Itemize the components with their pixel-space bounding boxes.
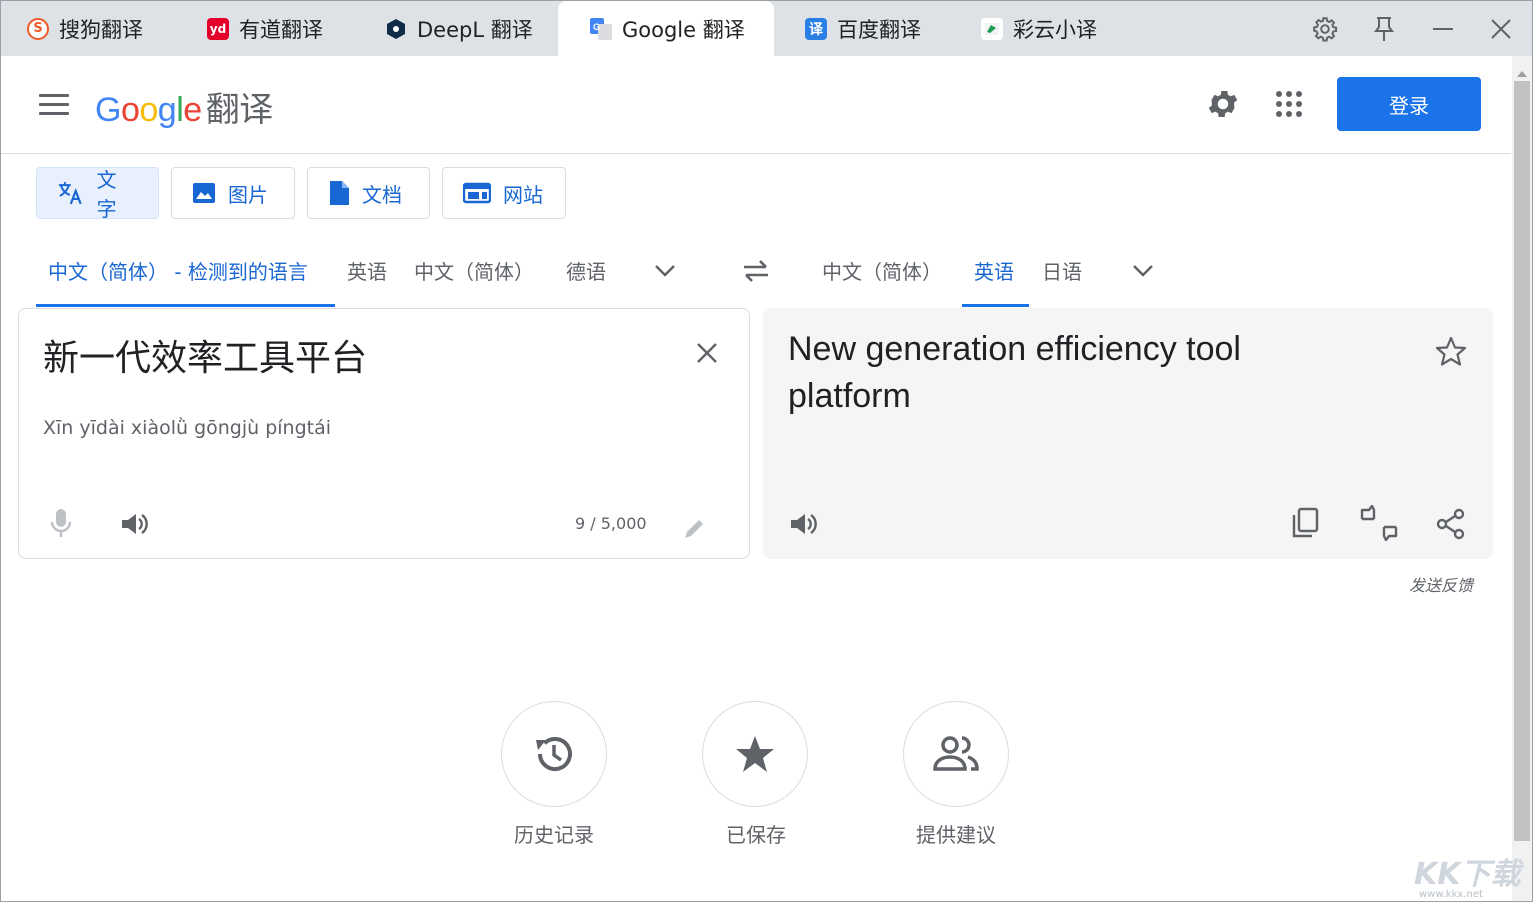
document-icon bbox=[330, 181, 349, 205]
logo-letter: o bbox=[120, 91, 140, 129]
source-lang-german[interactable]: 德语 bbox=[566, 257, 606, 287]
saved-label: 已保存 bbox=[726, 823, 786, 847]
sogou-icon: S bbox=[27, 17, 49, 40]
clear-source-icon[interactable] bbox=[696, 342, 718, 368]
tab-google[interactable]: G Google 翻译 bbox=[558, 1, 774, 56]
logo-letter: G bbox=[95, 91, 121, 129]
tab-baidu[interactable]: 译 百度翻译 bbox=[805, 1, 921, 56]
tab-deepl[interactable]: DeepL 翻译 bbox=[385, 1, 533, 56]
youdao-icon: yd bbox=[207, 17, 229, 40]
tab-label: 百度翻译 bbox=[837, 17, 921, 42]
source-lang-more-chevron-icon[interactable] bbox=[653, 263, 677, 283]
minimize-icon[interactable] bbox=[1419, 1, 1467, 56]
history-icon bbox=[536, 737, 572, 771]
source-lang-detected[interactable]: 中文（简体） - 检测到的语言 bbox=[48, 257, 308, 287]
share-translation-icon[interactable] bbox=[1436, 508, 1466, 544]
translated-text: New generation efficiency tool platform bbox=[788, 330, 1241, 415]
target-lang-underline bbox=[962, 304, 1029, 307]
target-lang-more-chevron-icon[interactable] bbox=[1131, 263, 1155, 283]
image-icon bbox=[193, 183, 215, 203]
contribute-label: 提供建议 bbox=[916, 823, 996, 847]
tab-sogou[interactable]: S 搜狗翻译 bbox=[27, 1, 143, 56]
tab-label: Google 翻译 bbox=[622, 17, 745, 42]
app-window: S 搜狗翻译 yd 有道翻译 DeepL 翻译 G Google 翻译 译 百度… bbox=[0, 0, 1533, 902]
source-text-input[interactable]: 新一代效率工具平台 bbox=[43, 329, 367, 381]
source-lang-underline bbox=[36, 304, 335, 307]
rate-translation-icon[interactable] bbox=[1359, 504, 1399, 545]
logo-letter: g bbox=[157, 91, 177, 129]
apps-grid-icon[interactable] bbox=[1271, 86, 1307, 122]
watermark-site: www.kkx.net bbox=[1419, 889, 1483, 900]
website-icon bbox=[463, 182, 491, 204]
watermark-brand: KK下载 bbox=[1414, 857, 1521, 892]
source-lang-chinese[interactable]: 中文（简体） bbox=[414, 257, 534, 287]
logo-letter: e bbox=[183, 91, 202, 129]
tab-caiyun[interactable]: 彩云小译 bbox=[981, 1, 1097, 56]
deepl-icon bbox=[385, 18, 407, 40]
save-translation-star-icon[interactable] bbox=[1435, 336, 1467, 370]
tab-bar: S 搜狗翻译 yd 有道翻译 DeepL 翻译 G Google 翻译 译 百度… bbox=[1, 1, 1532, 56]
tab-label: 彩云小译 bbox=[1013, 17, 1097, 42]
edit-pencil-icon[interactable] bbox=[683, 518, 705, 544]
mode-image-button[interactable]: 图片 bbox=[171, 167, 295, 219]
tab-label: 有道翻译 bbox=[239, 17, 323, 42]
star-icon bbox=[736, 736, 774, 772]
mode-label: 文字 bbox=[96, 168, 117, 221]
source-speaker-icon[interactable] bbox=[119, 509, 149, 543]
baidu-icon: 译 bbox=[805, 17, 827, 40]
target-lang-english[interactable]: 英语 bbox=[974, 257, 1014, 287]
google-translate-logo[interactable]: Google 翻译 bbox=[95, 82, 273, 131]
target-lang-japanese[interactable]: 日语 bbox=[1042, 257, 1082, 287]
pin-icon[interactable] bbox=[1360, 1, 1408, 56]
app-header: Google 翻译 登录 bbox=[1, 56, 1511, 154]
mode-label: 图片 bbox=[228, 182, 268, 207]
swap-languages-icon[interactable] bbox=[740, 259, 772, 287]
source-panel[interactable]: 新一代效率工具平台 Xīn yīdài xiàolǜ gōngjù píngtá… bbox=[18, 308, 750, 559]
mode-website-button[interactable]: 网站 bbox=[442, 167, 566, 219]
mode-document-button[interactable]: 文档 bbox=[307, 167, 430, 219]
history-label: 历史记录 bbox=[514, 823, 594, 847]
mode-label: 文档 bbox=[362, 182, 402, 207]
target-lang-chinese[interactable]: 中文（简体） bbox=[822, 257, 942, 287]
close-window-icon[interactable] bbox=[1477, 1, 1525, 56]
scrollbar-thumb[interactable] bbox=[1514, 81, 1530, 841]
saved-button[interactable] bbox=[702, 701, 808, 807]
logo-letter: o bbox=[139, 91, 158, 129]
settings-icon[interactable] bbox=[1301, 1, 1349, 56]
logo-suffix: 翻译 bbox=[205, 91, 274, 129]
copy-translation-icon[interactable] bbox=[1290, 507, 1320, 543]
target-panel: New generation efficiency tool platform bbox=[763, 308, 1493, 559]
tab-label: DeepL 翻译 bbox=[417, 17, 533, 42]
mode-text-button[interactable]: 文字 bbox=[36, 167, 159, 221]
google-translate-icon: G bbox=[590, 17, 612, 40]
contribute-button[interactable] bbox=[903, 701, 1009, 807]
mode-label: 网站 bbox=[503, 182, 543, 207]
target-speaker-icon[interactable] bbox=[788, 509, 818, 543]
history-button[interactable] bbox=[501, 701, 607, 807]
tab-youdao[interactable]: yd 有道翻译 bbox=[207, 1, 323, 56]
character-count: 9 / 5,000 bbox=[575, 514, 647, 533]
translate-icon bbox=[58, 182, 82, 205]
source-lang-english[interactable]: 英语 bbox=[347, 257, 387, 287]
svg-text:G: G bbox=[593, 22, 600, 32]
scroll-up-arrow-icon[interactable] bbox=[1516, 63, 1528, 82]
source-pinyin: Xīn yīdài xiàolǜ gōngjù píngtái bbox=[43, 417, 332, 439]
send-feedback-link[interactable]: 发送反馈 bbox=[1409, 572, 1473, 596]
main-menu-icon[interactable] bbox=[39, 94, 69, 116]
settings-gear-icon[interactable] bbox=[1205, 86, 1241, 122]
login-button[interactable]: 登录 bbox=[1337, 77, 1481, 131]
tab-label: 搜狗翻译 bbox=[59, 17, 143, 42]
caiyun-icon bbox=[981, 17, 1003, 40]
logo-google: Google bbox=[95, 91, 202, 129]
microphone-icon[interactable] bbox=[50, 508, 72, 544]
people-icon bbox=[933, 736, 979, 771]
